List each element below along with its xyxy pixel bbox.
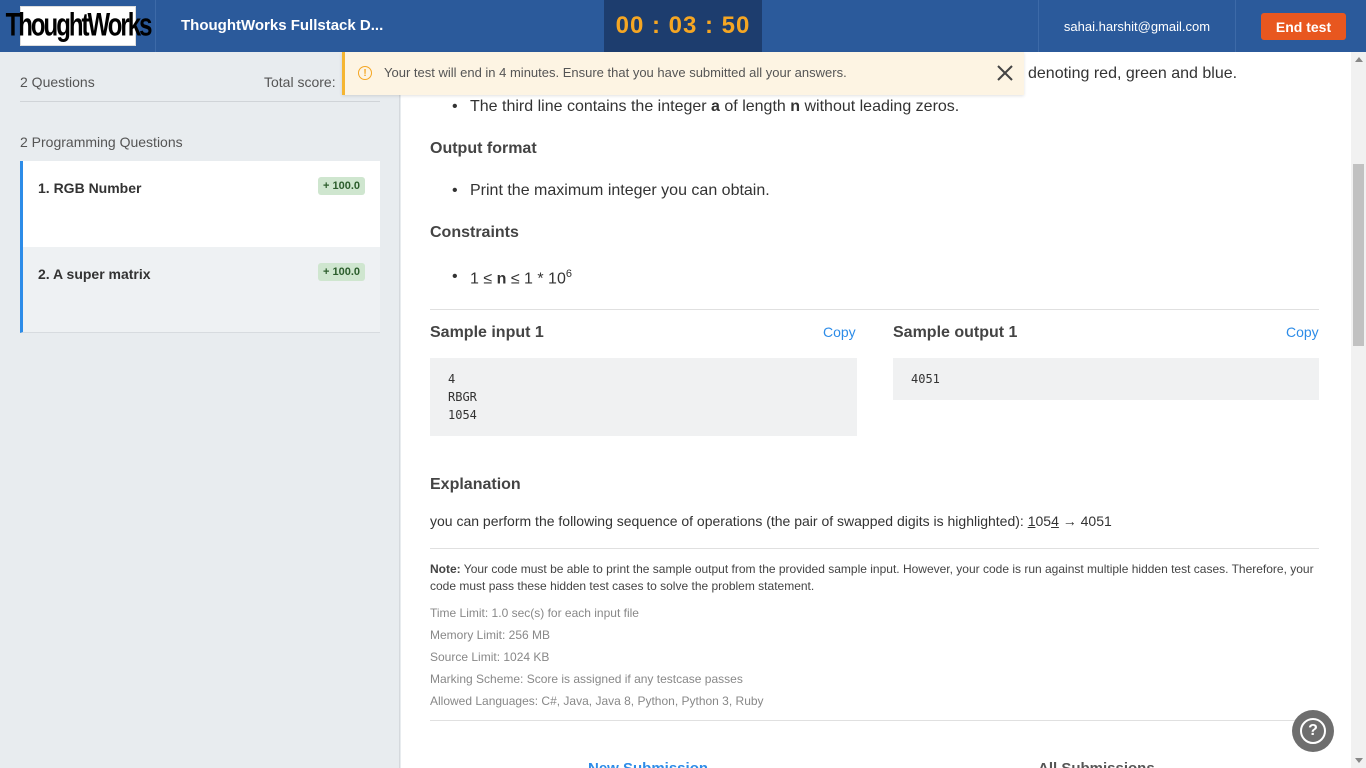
help-button[interactable]: ?	[1292, 710, 1334, 752]
section-title: 2 Programming Questions	[20, 134, 183, 150]
explanation-result: → 4051	[1062, 513, 1112, 529]
partial-line: denoting red, green and blue.	[1028, 65, 1238, 82]
banner-message: Your test will end in 4 minutes. Ensure …	[384, 65, 847, 80]
sample-input-line: 4	[448, 372, 456, 386]
sample-output-heading: Sample output 1	[893, 324, 1018, 341]
total-score-label: Total score:	[264, 74, 336, 90]
question-sidebar: 2 Questions Total score: 2 Programming Q…	[0, 52, 400, 768]
question-title: 1. RGB Number	[38, 180, 142, 196]
explanation-sentence: you can perform the following sequence o…	[430, 513, 1024, 529]
score-badge: + 100.0	[317, 177, 365, 195]
sample-output-line: 4051	[911, 372, 940, 386]
note-label: Note:	[430, 562, 461, 576]
divider	[430, 720, 1319, 721]
logo-text: ThoughtWorks	[5, 7, 153, 44]
copy-output-link[interactable]: Copy	[1286, 324, 1319, 340]
test-title: ThoughtWorks Fullstack D...	[181, 17, 384, 34]
help-question-icon: ?	[1300, 718, 1326, 744]
question-count: 2 Questions	[20, 74, 95, 90]
page-scrollbar[interactable]	[1351, 52, 1366, 768]
input-bullet-suffix: without leading zeros.	[804, 98, 960, 115]
sample-input-box: 4 RBGR 1054	[430, 358, 857, 436]
constraint-bullet: 1 ≤ n ≤ 1 * 106	[452, 268, 572, 288]
allowed-languages: Allowed Languages: C#, Java, Java 8, Pyt…	[430, 694, 764, 708]
swapped-digit: 4	[1051, 513, 1059, 529]
time-warning-banner: ! Your test will end in 4 minutes. Ensur…	[342, 52, 1024, 95]
var-a: a	[711, 98, 720, 115]
time-limit: Time Limit: 1.0 sec(s) for each input fi…	[430, 606, 639, 620]
logo: ThoughtWorks	[6, 6, 152, 46]
score-badge: + 100.0	[317, 263, 365, 281]
marking-scheme: Marking Scheme: Score is assigned if any…	[430, 672, 743, 686]
memory-limit: Memory Limit: 256 MB	[430, 628, 551, 642]
note-body: Your code must be able to print the samp…	[430, 562, 1314, 593]
source-limit: Source Limit: 1024 KB	[430, 650, 550, 664]
sample-input-line: RBGR	[448, 390, 477, 404]
tab-all-submissions[interactable]: All Submissions	[1038, 760, 1155, 768]
explanation-digits: 05	[1035, 513, 1052, 529]
scroll-up-arrow-icon[interactable]	[1355, 57, 1363, 62]
logo-cell: ThoughtWorks	[0, 0, 156, 52]
sidebar-summary: 2 Questions Total score:	[20, 72, 380, 102]
divider	[430, 309, 1319, 310]
close-icon[interactable]	[994, 62, 1016, 84]
output-format-heading: Output format	[430, 140, 537, 157]
input-bullet-prefix: The third line contains the integer	[470, 98, 707, 115]
question-item-1[interactable]: 1. RGB Number + 100.0	[20, 161, 380, 247]
note-text: Note: Your code must be able to print th…	[430, 561, 1319, 595]
end-test-button[interactable]: End test	[1261, 13, 1346, 40]
constraint-exponent: 6	[565, 268, 572, 280]
question-item-2[interactable]: 2. A super matrix + 100.0	[20, 247, 380, 333]
question-title: 2. A super matrix	[38, 266, 151, 282]
scroll-down-arrow-icon[interactable]	[1355, 758, 1363, 763]
sample-input-heading: Sample input 1	[430, 324, 544, 341]
tab-new-submission[interactable]: New Submission	[588, 760, 708, 768]
copy-input-link[interactable]: Copy	[823, 324, 856, 340]
output-bullet: Print the maximum integer you can obtain…	[452, 182, 770, 200]
constraint-var: n	[496, 270, 507, 288]
constraint-right: ≤ 1 * 10	[510, 270, 566, 288]
top-bar: ThoughtWorks ThoughtWorks Fullstack D...…	[0, 0, 1366, 52]
problem-panel: denoting red, green and blue. The third …	[401, 52, 1351, 768]
sample-output-box: 4051	[893, 358, 1319, 400]
constraint-left: 1 ≤	[470, 270, 493, 288]
var-n: n	[790, 98, 801, 115]
sample-input-line: 1054	[448, 408, 477, 422]
warning-circle-icon: !	[358, 66, 372, 80]
explanation-text: you can perform the following sequence o…	[430, 513, 1112, 529]
divider	[430, 548, 1319, 549]
explanation-heading: Explanation	[430, 476, 521, 493]
scroll-thumb[interactable]	[1353, 164, 1364, 346]
user-email[interactable]: sahai.harshit@gmail.com	[1038, 0, 1236, 52]
input-bullet-mid: of length	[724, 98, 786, 115]
constraints-heading: Constraints	[430, 224, 519, 241]
input-bullet: The third line contains the integer a of…	[452, 98, 960, 116]
countdown-timer: 00 : 03 : 50	[604, 0, 762, 52]
